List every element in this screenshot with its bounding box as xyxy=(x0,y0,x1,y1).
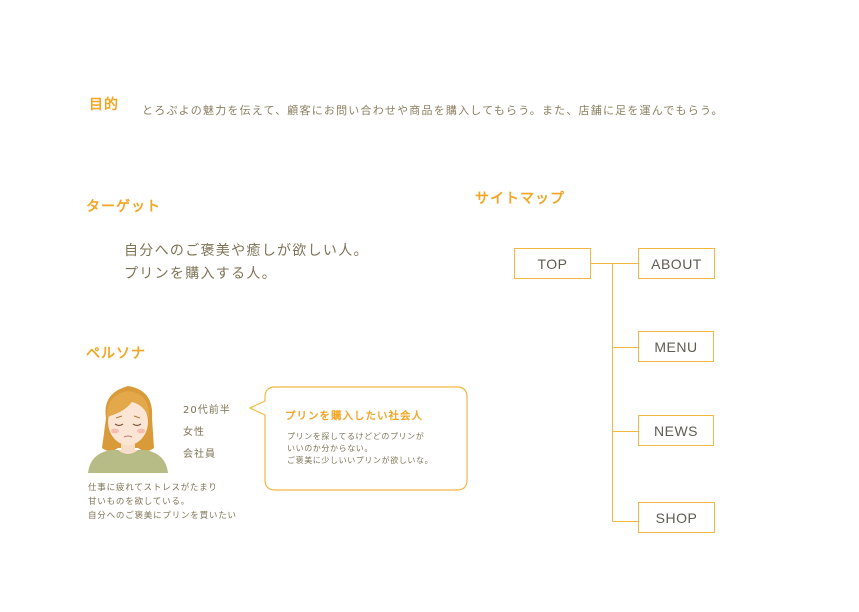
persona-avatar xyxy=(88,386,168,473)
persona-job: 会社員 xyxy=(183,449,216,460)
target-line: 自分へのご褒美や癒しが欲しい人。 xyxy=(124,243,369,259)
target-label: ターゲット xyxy=(86,199,161,215)
sitemap-node-news: NEWS xyxy=(638,415,714,446)
bubble-line: ご褒美に少しいいプリンが欲しいな。 xyxy=(287,456,434,465)
persona-description: 仕事に疲れてストレスがたまり 甘いものを欲している。 自分へのご褒美にプリンを買… xyxy=(88,481,237,523)
connector-line xyxy=(612,521,639,522)
persona-desc-line: 自分へのご褒美にプリンを買いたい xyxy=(88,511,237,521)
sitemap-node-about: ABOUT xyxy=(638,248,715,279)
sitemap-label: サイトマップ xyxy=(475,191,565,207)
persona-info: 20代前半 女性 会社員 xyxy=(183,400,231,466)
sitemap-node-top: TOP xyxy=(514,248,591,279)
bubble-text: プリンを探してるけどどのプリンが いいのか分からない。 ご褒美に少しいいプリンが… xyxy=(287,431,433,467)
persona-label: ペルソナ xyxy=(86,346,146,362)
bubble-title: プリンを購入したい社会人 xyxy=(285,410,423,422)
purpose-label: 目的 xyxy=(89,97,119,113)
persona-age: 20代前半 xyxy=(183,405,231,416)
connector-line xyxy=(612,347,639,348)
sitemap-node-menu: MENU xyxy=(638,331,714,362)
connector-line xyxy=(591,263,639,264)
persona-desc-line: 仕事に疲れてストレスがたまり xyxy=(88,483,218,493)
connector-line xyxy=(612,263,613,522)
target-text: 自分へのご褒美や癒しが欲しい人。 プリンを購入する人。 xyxy=(124,240,369,286)
connector-line xyxy=(612,431,639,432)
persona-desc-line: 甘いものを欲している。 xyxy=(88,497,191,507)
bubble-line: いいのか分からない。 xyxy=(287,444,373,453)
persona-gender: 女性 xyxy=(183,427,205,438)
target-line: プリンを購入する人。 xyxy=(124,266,277,282)
purpose-text: とろぷよの魅力を伝えて、顧客にお問い合わせや商品を購入してもらう。また、店舗に足… xyxy=(142,104,724,117)
sitemap-node-shop: SHOP xyxy=(638,502,715,533)
bubble-line: プリンを探してるけどどのプリンが xyxy=(287,432,425,441)
